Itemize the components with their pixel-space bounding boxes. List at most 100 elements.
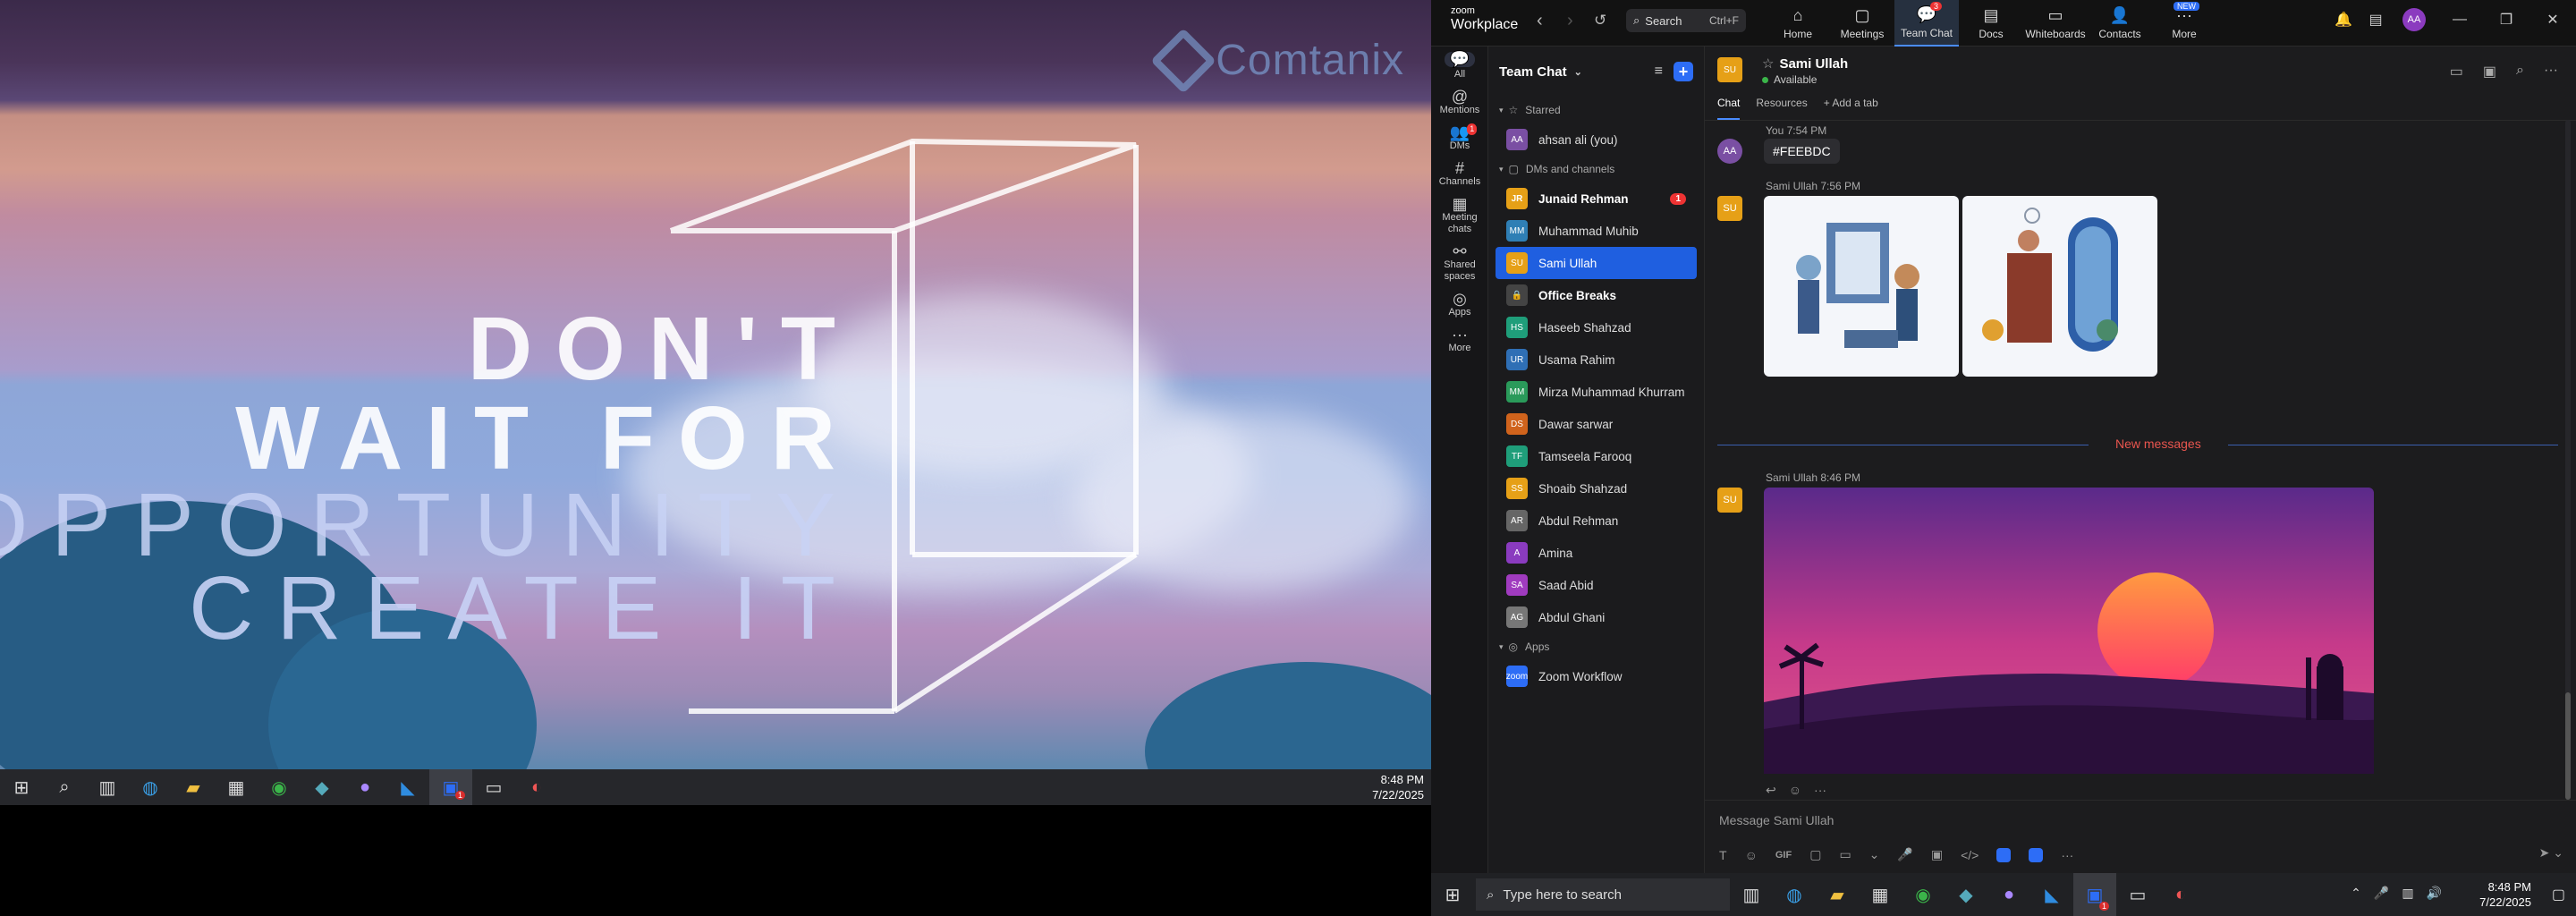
history-icon[interactable]: ↺ xyxy=(1594,12,1606,30)
vscode-icon[interactable]: ◣ xyxy=(2030,873,2073,916)
nav-home[interactable]: ⌂ Home xyxy=(1766,0,1830,47)
scrollbar[interactable] xyxy=(2565,120,2571,800)
chat-list-item[interactable]: HS Haseeb Shahzad xyxy=(1488,311,1697,344)
terminal-icon[interactable]: ▭ xyxy=(2116,873,2159,916)
emoji-icon[interactable]: ☺ xyxy=(1745,848,1758,862)
volume-icon[interactable]: 🔊 xyxy=(2427,886,2442,901)
chat-list-item[interactable]: SA Saad Abid xyxy=(1488,569,1697,601)
clock[interactable]: 8:48 PM 7/22/2025 xyxy=(1372,772,1424,802)
zoom-icon[interactable]: ▣ 1 xyxy=(429,769,472,805)
filter-icon[interactable]: ≡ xyxy=(1655,64,1663,80)
chat-list-item[interactable]: UR Usama Rahim xyxy=(1488,344,1697,376)
chrome-icon[interactable]: ◉ xyxy=(1902,873,1945,916)
ssh-icon[interactable]: ◐ xyxy=(2159,873,2202,916)
rail-channels[interactable]: # Channels xyxy=(1431,157,1488,193)
rail-all[interactable]: 💬 All xyxy=(1431,47,1488,86)
tab-chat[interactable]: Chat xyxy=(1717,97,1741,120)
my-avatar[interactable]: AA xyxy=(1717,139,1742,164)
chat-list-item[interactable]: AG Abdul Ghani xyxy=(1488,601,1697,633)
bell-icon[interactable]: 🔔 xyxy=(2327,11,2360,29)
emoji-react-icon[interactable]: ☺ xyxy=(1789,783,1801,798)
rail-mentions[interactable]: @ Mentions xyxy=(1431,86,1488,122)
scrollbar-thumb[interactable] xyxy=(2565,692,2571,800)
task-view-icon[interactable]: ▥ xyxy=(1730,873,1773,916)
nav-more[interactable]: ··· More NEW xyxy=(2152,0,2216,47)
nav-contacts[interactable]: 👤 Contacts xyxy=(2088,0,2152,47)
chat-list-item[interactable]: TF Tamseela Farooq xyxy=(1488,440,1697,472)
gif-button[interactable]: GIF xyxy=(1775,850,1792,861)
nav-meetings[interactable]: ▢ Meetings xyxy=(1830,0,1894,47)
app-icon[interactable] xyxy=(1996,847,2012,862)
app-icon[interactable]: ◆ xyxy=(1945,873,1987,916)
chevron-down-icon[interactable]: ⌄ xyxy=(1574,66,1582,78)
network-icon[interactable]: ▥ xyxy=(2402,886,2413,901)
ssh-icon[interactable]: ◐ xyxy=(515,769,558,805)
rail-dms[interactable]: 👥 1 DMs xyxy=(1431,122,1488,157)
code-snippet-icon[interactable]: </> xyxy=(1961,848,1979,862)
screenshot-icon[interactable]: ▭ xyxy=(1839,847,1851,862)
chat-list-item[interactable]: 🔒 Office Breaks xyxy=(1488,279,1697,311)
video-icon[interactable]: ▭ xyxy=(2450,63,2463,81)
rail-shared-spaces[interactable]: ⚯ Shared spaces xyxy=(1431,241,1488,288)
search-icon[interactable]: ⌕ xyxy=(43,769,86,805)
contact-name[interactable]: ☆ Sami Ullah xyxy=(1762,55,1848,72)
clock[interactable]: 8:48 PM 7/22/2025 xyxy=(2479,879,2531,910)
chat-list-title[interactable]: Team Chat xyxy=(1499,64,1567,80)
search-box[interactable]: ⌕ Search Ctrl+F xyxy=(1626,9,1746,32)
message-bubble[interactable]: #FEEBDC xyxy=(1764,139,1840,164)
chat-list-item[interactable]: MM Mirza Muhammad Khurram xyxy=(1488,376,1697,408)
format-text-icon[interactable]: T xyxy=(1719,848,1727,862)
app-icon[interactable] xyxy=(2029,847,2044,862)
rail-apps[interactable]: ◎ Apps xyxy=(1431,288,1488,324)
app-icon[interactable]: ◆ xyxy=(301,769,343,805)
file-explorer-icon[interactable]: ▰ xyxy=(1816,873,1859,916)
windows-start-icon[interactable]: ⊞ xyxy=(0,769,43,805)
star-icon[interactable]: ☆ xyxy=(1762,56,1774,72)
section-dms[interactable]: ▾ ▢ DMs and channels xyxy=(1488,156,1704,182)
nav-whiteboards[interactable]: ▭ Whiteboards xyxy=(2023,0,2088,47)
contact-avatar[interactable]: SU xyxy=(1717,196,1742,221)
restore-icon[interactable]: ❐ xyxy=(2483,11,2529,29)
microphone-icon[interactable]: 🎤 xyxy=(2374,886,2389,901)
store-icon[interactable]: ▦ xyxy=(1859,873,1902,916)
screen-share-icon[interactable]: ▣ xyxy=(2483,63,2496,81)
store-icon[interactable]: ▦ xyxy=(215,769,258,805)
tab-resources[interactable]: Resources xyxy=(1756,97,1807,120)
reply-icon[interactable]: ↩ xyxy=(1766,783,1776,798)
vscode-icon[interactable]: ◣ xyxy=(386,769,429,805)
rail-more[interactable]: ··· More xyxy=(1431,324,1488,360)
terminal-icon[interactable]: ▭ xyxy=(472,769,515,805)
microphone-icon[interactable]: 🎤 xyxy=(1897,847,1912,862)
chat-list-item[interactable]: AR Abdul Rehman xyxy=(1488,505,1697,537)
chrome-icon[interactable]: ◉ xyxy=(258,769,301,805)
rail-meeting-chats[interactable]: ▦ Meeting chats xyxy=(1431,193,1488,241)
chat-list-item[interactable]: DS Dawar sarwar xyxy=(1488,408,1697,440)
chevron-down-icon[interactable]: ⌄ xyxy=(1869,847,1880,862)
tray-chevron-icon[interactable]: ⌃ xyxy=(2351,886,2361,901)
contact-avatar[interactable]: SU xyxy=(1717,488,1742,513)
forward-arrow-icon[interactable]: › xyxy=(1567,11,1573,31)
more-options-icon[interactable]: ··· xyxy=(2544,63,2558,81)
tab-add[interactable]: + Add a tab xyxy=(1824,97,1878,120)
minimize-icon[interactable]: — xyxy=(2436,12,2483,28)
section-apps[interactable]: ▾ ◎ Apps xyxy=(1488,633,1704,660)
back-arrow-icon[interactable]: ‹ xyxy=(1537,11,1543,31)
taskbar-search[interactable]: ⌕ Type here to search xyxy=(1476,878,1730,911)
github-icon[interactable]: ● xyxy=(1987,873,2030,916)
new-chat-button[interactable]: + xyxy=(1674,62,1693,81)
close-icon[interactable]: ✕ xyxy=(2529,11,2576,29)
search-icon[interactable]: ⌕ xyxy=(2516,63,2524,81)
task-view-icon[interactable]: ▥ xyxy=(86,769,129,805)
edge-icon[interactable]: ◍ xyxy=(1773,873,1816,916)
more-icon[interactable]: ··· xyxy=(2061,848,2073,862)
chat-list-item[interactable]: MM Muhammad Muhib xyxy=(1488,215,1697,247)
calendar-icon[interactable]: ▤ xyxy=(2360,11,2392,29)
windows-start-icon[interactable]: ⊞ xyxy=(1431,873,1474,916)
chat-list-item[interactable]: zoom Zoom Workflow xyxy=(1488,660,1697,692)
nav-team-chat[interactable]: 💬 Team Chat 3 xyxy=(1894,0,1959,47)
user-avatar[interactable]: AA xyxy=(2402,8,2426,31)
chat-list-item[interactable]: AA ahsan ali (you) xyxy=(1488,123,1697,156)
file-explorer-icon[interactable]: ▰ xyxy=(172,769,215,805)
message-input[interactable]: Message Sami Ullah xyxy=(1719,813,1834,827)
chat-list-item[interactable]: SS Shoaib Shahzad xyxy=(1488,472,1697,505)
